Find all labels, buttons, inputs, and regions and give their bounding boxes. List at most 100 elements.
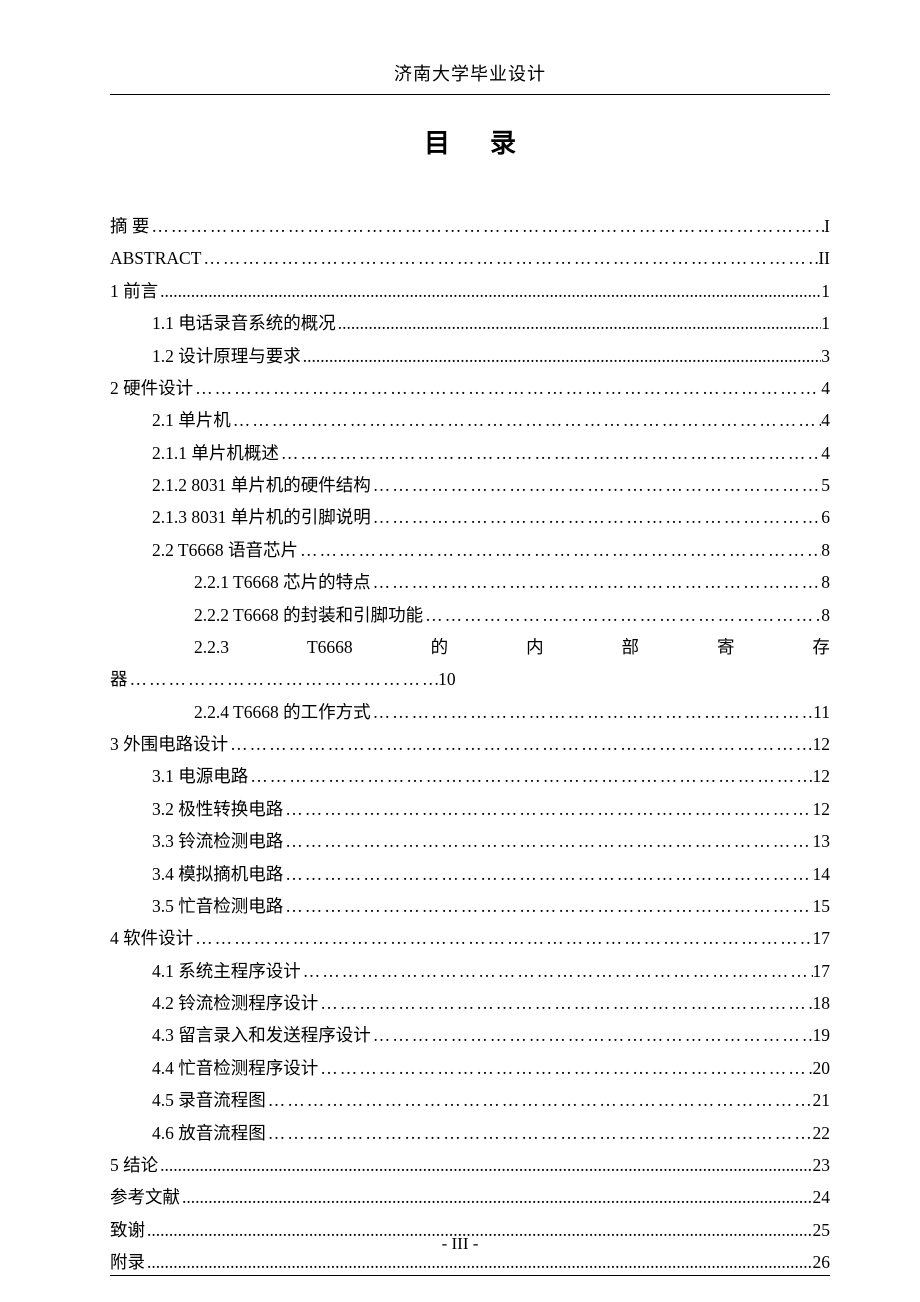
toc-leader <box>149 210 824 242</box>
toc-entry: 2.2.4 T6668 的工作方式11 <box>110 696 830 728</box>
toc-label: 4.4 忙音检测程序设计 <box>152 1052 318 1084</box>
toc-page-number: 4 <box>821 404 830 436</box>
toc-token: 内 <box>526 631 544 663</box>
toc-leader <box>266 1084 813 1116</box>
toc-label: 4.3 留言录入和发送程序设计 <box>152 1019 371 1051</box>
toc-leader <box>336 307 822 339</box>
toc-page-number: 13 <box>813 825 831 857</box>
toc-entry: 2.1 单片机 4 <box>110 404 830 436</box>
toc-label: 2.2 T6668 语音芯片 <box>152 534 298 566</box>
toc-label: 2 硬件设计 <box>110 372 193 404</box>
toc-label: 4 软件设计 <box>110 922 193 954</box>
toc-leader <box>423 599 821 631</box>
running-header: 济南大学毕业设计 <box>110 60 830 95</box>
toc-label: 2.1.3 8031 单片机的引脚说明 <box>152 501 371 533</box>
toc-label: 3.3 铃流检测电路 <box>152 825 283 857</box>
toc-leader <box>128 663 439 695</box>
toc-underline <box>110 1275 830 1276</box>
toc-page-number: 14 <box>813 858 831 890</box>
toc-leader <box>180 1181 813 1213</box>
toc-token: 寄 <box>717 631 735 663</box>
toc-page-number: 15 <box>813 890 831 922</box>
toc-label: 3.4 模拟摘机电路 <box>152 858 283 890</box>
toc-entry: ABSTRACTII <box>110 242 830 274</box>
toc-token: 存 <box>812 631 830 663</box>
toc-entry: 4.5 录音流程图21 <box>110 1084 830 1116</box>
title-right: 录 <box>490 129 516 158</box>
toc-page-number: 18 <box>813 987 831 1019</box>
toc-page-number: 4 <box>821 437 830 469</box>
toc-leader <box>283 890 812 922</box>
toc-token: 的 <box>431 631 449 663</box>
toc-page-number: 17 <box>813 922 831 954</box>
toc-page-number: I <box>824 210 830 242</box>
toc-label: 4.1 系统主程序设计 <box>152 955 301 987</box>
toc-leader <box>283 825 812 857</box>
toc-leader <box>318 1052 812 1084</box>
toc-label: 2.2.2 T6668 的封装和引脚功能 <box>194 599 423 631</box>
toc-page-number: 3 <box>821 340 830 372</box>
toc-page-number: 10 <box>438 663 456 695</box>
toc-entry: 4.4 忙音检测程序设计20 <box>110 1052 830 1084</box>
toc-entry: 1.1 电话录音系统的概况1 <box>110 307 830 339</box>
toc-entry: 4 软件设计 17 <box>110 922 830 954</box>
toc-leader <box>283 858 812 890</box>
page-container: 济南大学毕业设计 目录 摘 要IABSTRACTII1 前言11.1 电话录音系… <box>0 0 920 1302</box>
toc-token: 部 <box>622 631 640 663</box>
toc-label: 2.1 单片机 <box>152 404 231 436</box>
toc-leader <box>283 793 812 825</box>
toc-label: 1 前言 <box>110 275 158 307</box>
toc-entry: 2.2.2 T6668 的封装和引脚功能 8 <box>110 599 830 631</box>
toc-leader <box>158 1149 812 1181</box>
toc-page-number: 8 <box>821 599 830 631</box>
toc-page-number: 4 <box>821 372 830 404</box>
toc-leader <box>301 955 813 987</box>
toc-body: 摘 要IABSTRACTII1 前言11.1 电话录音系统的概况11.2 设计原… <box>110 210 830 1278</box>
toc-entry: 3.3 铃流检测电路 13 <box>110 825 830 857</box>
toc-label: 3 外围电路设计 <box>110 728 228 760</box>
toc-page-number: 17 <box>813 955 831 987</box>
toc-leader <box>266 1117 813 1149</box>
toc-label: 摘 要 <box>110 210 149 242</box>
toc-entry: 4.2 铃流检测程序设计18 <box>110 987 830 1019</box>
toc-entry-223-line1: 2.2.3T6668的内部寄存 <box>110 631 830 663</box>
toc-page-number: 22 <box>813 1117 831 1149</box>
toc-page-number: II <box>818 242 830 274</box>
toc-leader <box>193 922 812 954</box>
toc-leader <box>318 987 812 1019</box>
toc-entry: 3 外围电路设计12 <box>110 728 830 760</box>
toc-label: 器 <box>110 663 128 695</box>
toc-entry: 1.2 设计原理与要求 3 <box>110 340 830 372</box>
toc-entry: 2.1.1 单片机概述4 <box>110 437 830 469</box>
toc-page-number: 5 <box>821 469 830 501</box>
toc-label: 3.5 忙音检测电路 <box>152 890 283 922</box>
toc-entry: 3.2 极性转换电路12 <box>110 793 830 825</box>
toc-entry: 3.5 忙音检测电路 15 <box>110 890 830 922</box>
toc-page-number: 8 <box>821 534 830 566</box>
toc-page-number: 19 <box>813 1019 831 1051</box>
toc-label: 参考文献 <box>110 1181 180 1213</box>
title-left: 目 <box>424 129 450 158</box>
toc-leader <box>231 404 822 436</box>
toc-title: 目录 <box>110 123 830 160</box>
toc-entry: 2.1.2 8031 单片机的硬件结构 5 <box>110 469 830 501</box>
toc-leader <box>371 501 822 533</box>
toc-entry: 4.3 留言录入和发送程序设计 19 <box>110 1019 830 1051</box>
toc-page-number: 8 <box>821 566 830 598</box>
toc-entry: 5 结论23 <box>110 1149 830 1181</box>
toc-entry: 2 硬件设计 4 <box>110 372 830 404</box>
toc-entry: 4.6 放音流程图22 <box>110 1117 830 1149</box>
toc-leader <box>193 372 821 404</box>
page-footer: - III - <box>0 1234 920 1254</box>
toc-leader <box>298 534 821 566</box>
toc-label: 1.2 设计原理与要求 <box>152 340 301 372</box>
toc-leader <box>248 760 812 792</box>
toc-entry: 2.2.1 T6668 芯片的特点8 <box>110 566 830 598</box>
toc-page-number: 1 <box>821 307 830 339</box>
toc-entry-223-line2: 器 10 <box>110 663 456 695</box>
toc-label: 3.1 电源电路 <box>152 760 248 792</box>
toc-page-number: 21 <box>813 1084 831 1116</box>
toc-label: 2.1.2 8031 单片机的硬件结构 <box>152 469 371 501</box>
toc-entry: 1 前言1 <box>110 275 830 307</box>
toc-entry: 2.2 T6668 语音芯片 8 <box>110 534 830 566</box>
